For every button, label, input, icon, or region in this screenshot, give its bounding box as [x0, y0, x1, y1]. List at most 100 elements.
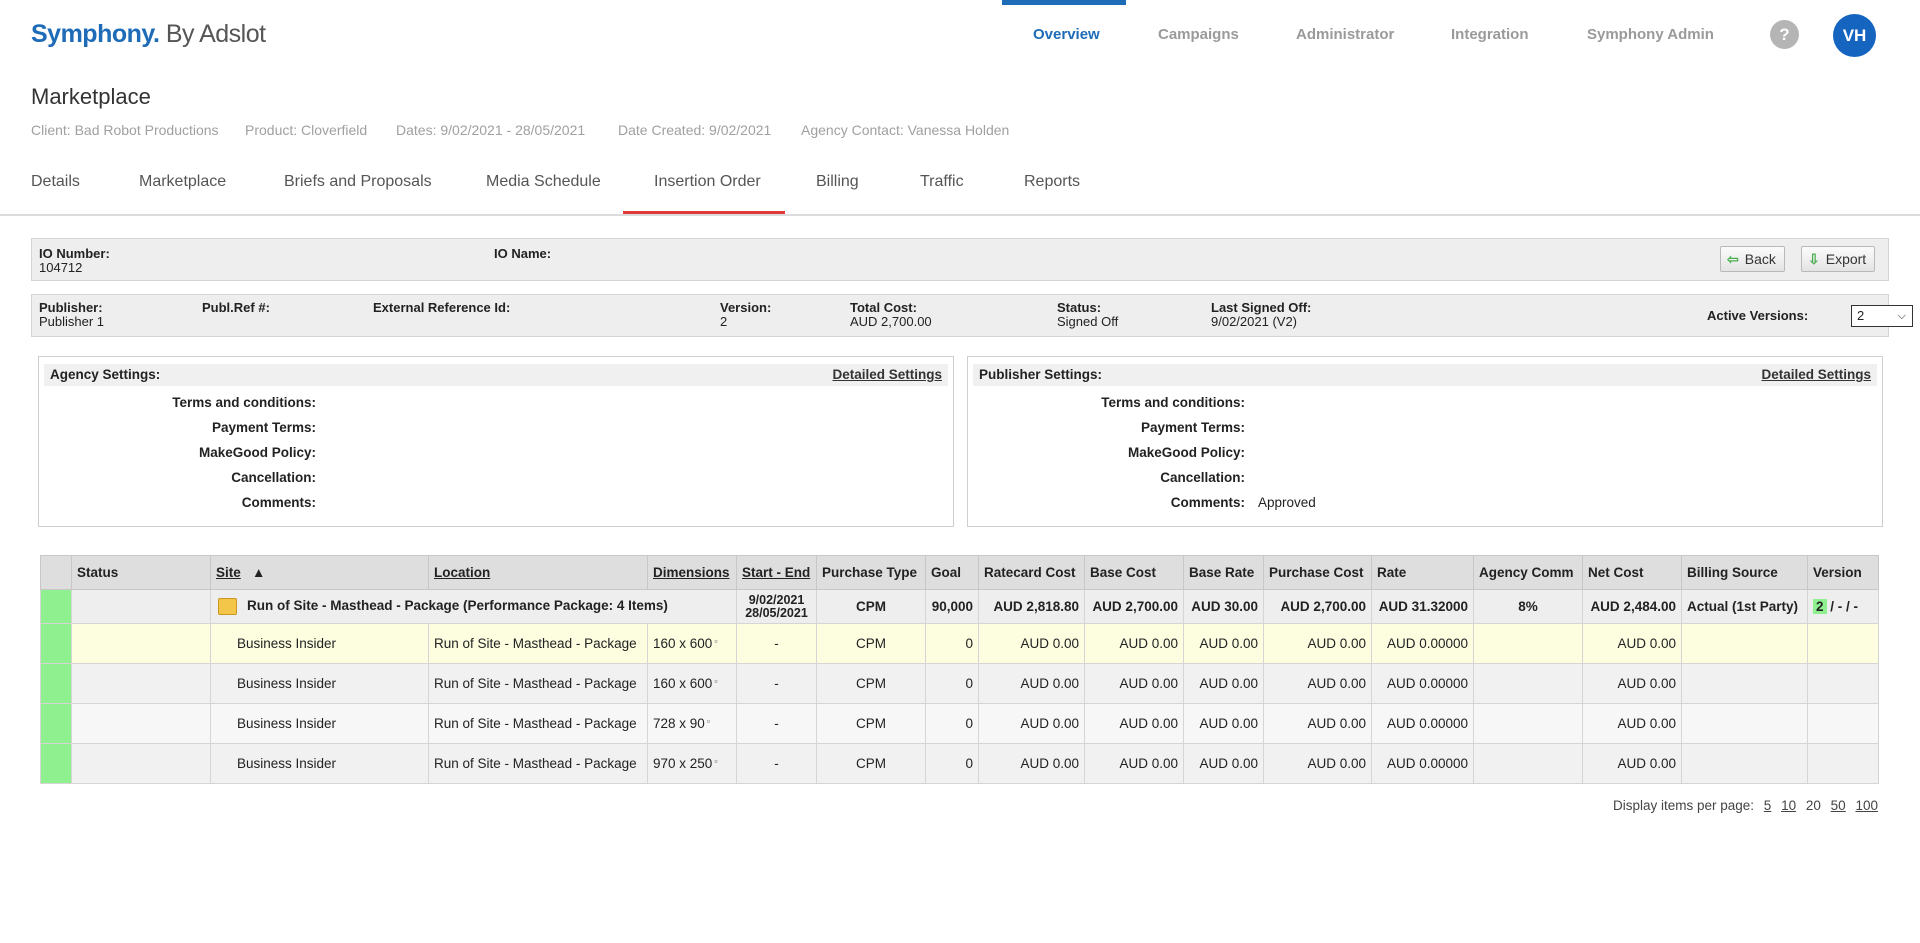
active-versions-label: Active Versions:: [1707, 308, 1809, 323]
status-field: Status: Signed Off: [1057, 301, 1118, 329]
agency-detailed-settings-link[interactable]: Detailed Settings: [832, 367, 942, 382]
tab-marketplace[interactable]: Marketplace: [139, 173, 226, 191]
col-location[interactable]: Location: [428, 555, 648, 590]
status-swatch: [40, 743, 72, 784]
per-page-100[interactable]: 100: [1855, 798, 1878, 813]
row-dimensions-value: 160 x 600: [653, 676, 713, 691]
agency-settings-panel: Agency Settings: Detailed Settings Terms…: [38, 356, 954, 527]
row-version: [1807, 743, 1879, 784]
tab-traffic[interactable]: Traffic: [920, 173, 964, 191]
agency-payment-row: Payment Terms:: [39, 420, 939, 436]
tab-billing[interactable]: Billing: [816, 173, 859, 191]
package-status: [71, 589, 211, 624]
creative-preview-icon[interactable]: ▫: [714, 636, 717, 646]
creative-preview-icon[interactable]: ▫: [707, 716, 710, 726]
version-field: Version: 2: [720, 301, 771, 329]
row-location: Run of Site - Masthead - Package: [428, 703, 648, 744]
row-rate: AUD 0.00000: [1371, 743, 1474, 784]
table-row[interactable]: Business Insider Run of Site - Masthead …: [40, 663, 1879, 704]
row-dimensions-value: 160 x 600: [653, 636, 713, 651]
row-base-rate: AUD 0.00: [1183, 663, 1264, 704]
io-name-label: IO Name:: [494, 246, 552, 261]
table-row[interactable]: Business Insider Run of Site - Masthead …: [40, 703, 1879, 744]
col-dimensions[interactable]: Dimensions: [647, 555, 737, 590]
col-start-end[interactable]: Start - End: [736, 555, 817, 590]
io-number-label: IO Number:: [39, 246, 110, 261]
package-rate: AUD 31.32000: [1371, 589, 1474, 624]
tab-insertion-order[interactable]: Insertion Order: [654, 173, 761, 191]
row-dimensions: 728 x 90 ▫: [647, 703, 737, 744]
row-rate: AUD 0.00000: [1371, 703, 1474, 744]
nav-overview[interactable]: Overview: [1033, 26, 1100, 43]
tab-media-schedule[interactable]: Media Schedule: [486, 173, 601, 191]
row-ratecard: AUD 0.00: [978, 743, 1085, 784]
row-start-end: -: [736, 663, 817, 704]
nav-administrator[interactable]: Administrator: [1296, 26, 1394, 43]
per-page-10[interactable]: 10: [1781, 798, 1796, 813]
sort-ascending-icon[interactable]: ▲: [252, 565, 265, 580]
agency-payment-label: Payment Terms:: [211, 420, 316, 435]
last-signed-label: Last Signed Off:: [1211, 300, 1312, 315]
tab-briefs-and-proposals[interactable]: Briefs and Proposals: [284, 173, 432, 191]
col-agency-comm: Agency Comm: [1473, 555, 1583, 590]
help-icon[interactable]: ?: [1770, 20, 1799, 49]
publ-ref-label: Publ.Ref #:: [202, 300, 270, 315]
agency-comments-row: Comments:: [39, 495, 939, 511]
line-items-table: Status Site ▲ Location Dimensions Start …: [40, 555, 1879, 784]
row-version: [1807, 703, 1879, 744]
publisher-label: Publisher:: [39, 300, 103, 315]
row-version: [1807, 623, 1879, 664]
package-agency-comm: 8%: [1473, 589, 1583, 624]
row-base-cost: AUD 0.00: [1084, 663, 1184, 704]
creative-preview-icon[interactable]: ▫: [714, 676, 717, 686]
table-row[interactable]: Business Insider Run of Site - Masthead …: [40, 623, 1879, 664]
agency-cancellation-row: Cancellation:: [39, 470, 939, 486]
publisher-value: Publisher 1: [39, 314, 105, 329]
per-page-50[interactable]: 50: [1831, 798, 1846, 813]
nav-integration[interactable]: Integration: [1451, 26, 1529, 43]
row-purchase-cost: AUD 0.00: [1263, 663, 1372, 704]
row-agency-comm: [1473, 623, 1583, 664]
package-version-rest: / - / -: [1830, 599, 1859, 614]
logo[interactable]: Symphony. By Adslot: [31, 20, 266, 49]
row-purchase-type: CPM: [816, 663, 926, 704]
col-site-label[interactable]: Site: [216, 565, 241, 580]
agency-terms-row: Terms and conditions:: [39, 395, 939, 411]
col-net-cost: Net Cost: [1582, 555, 1682, 590]
tab-details[interactable]: Details: [31, 173, 80, 191]
col-base-rate: Base Rate: [1183, 555, 1264, 590]
row-site: Business Insider: [210, 623, 429, 664]
publisher-terms-row: Terms and conditions:: [968, 395, 1868, 411]
creative-preview-icon[interactable]: ▫: [714, 756, 717, 766]
tab-reports[interactable]: Reports: [1024, 173, 1080, 191]
export-button[interactable]: ⇩ Export: [1801, 246, 1876, 272]
package-row[interactable]: Run of Site - Masthead - Package (Perfor…: [40, 589, 1879, 624]
col-base-cost: Base Cost: [1084, 555, 1184, 590]
per-page-5[interactable]: 5: [1764, 798, 1772, 813]
nav-symphony-admin[interactable]: Symphony Admin: [1587, 26, 1714, 43]
back-button[interactable]: ⇦ Back: [1720, 246, 1785, 272]
row-rate: AUD 0.00000: [1371, 623, 1474, 664]
nav-campaigns[interactable]: Campaigns: [1158, 26, 1239, 43]
active-versions-select[interactable]: 2 ⌵: [1851, 305, 1913, 327]
col-site[interactable]: Site ▲: [210, 555, 429, 590]
export-button-label: Export: [1825, 251, 1867, 267]
avatar[interactable]: VH: [1833, 14, 1876, 57]
agency-terms-label: Terms and conditions:: [172, 395, 316, 410]
top-bar: Symphony. By Adslot Overview Campaigns A…: [0, 0, 1920, 72]
agency-cancellation-label: Cancellation:: [231, 470, 316, 485]
meta-agency-contact: Agency Contact: Vanessa Holden: [801, 122, 1010, 138]
table-row[interactable]: Business Insider Run of Site - Masthead …: [40, 743, 1879, 784]
publisher-detailed-settings-link[interactable]: Detailed Settings: [1761, 367, 1871, 382]
row-dimensions: 970 x 250 ▫: [647, 743, 737, 784]
package-purchase-type: CPM: [816, 589, 926, 624]
row-ratecard: AUD 0.00: [978, 663, 1085, 704]
status-swatch: [40, 663, 72, 704]
nav-active-indicator: [1002, 0, 1126, 5]
package-goal: 90,000: [925, 589, 979, 624]
package-name: Run of Site - Masthead - Package (Perfor…: [247, 598, 668, 614]
package-net-cost: AUD 2,484.00: [1582, 589, 1682, 624]
package-version-number[interactable]: 2: [1813, 599, 1827, 614]
package-start: 9/02/2021: [748, 592, 805, 607]
col-billing-source: Billing Source: [1681, 555, 1808, 590]
